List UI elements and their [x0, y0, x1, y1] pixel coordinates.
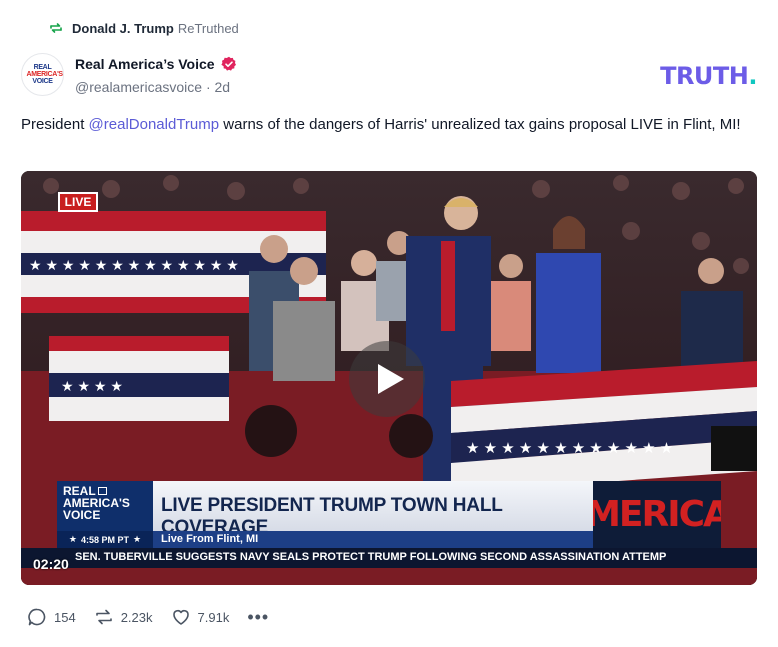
more-options-icon[interactable]: •••	[247, 608, 269, 626]
retruth-icon	[50, 23, 62, 33]
network-logo: REAL AMERICA'S VOICE	[57, 481, 153, 531]
broadcast-time: ★ 4:58 PM PT ★	[57, 531, 153, 548]
star-icon: ★	[68, 534, 77, 544]
post-header: REAL AMERICA'S VOICE Real America’s Voic…	[21, 52, 757, 98]
reply-button[interactable]: 154	[27, 607, 76, 627]
live-badge: LIVE	[58, 192, 98, 212]
heart-icon	[172, 609, 189, 625]
retruth-verb: ReTruthed	[177, 20, 239, 36]
news-subheadline: Live From Flint, MI	[153, 531, 593, 548]
star-icon: ★	[133, 534, 142, 544]
news-lower-third: REAL AMERICA'S VOICE ★ 4:58 PM PT ★ LIVE P…	[57, 481, 721, 549]
post-text-prefix: President	[21, 116, 89, 133]
handle-line: @realamericasvoice · 2d	[75, 79, 230, 95]
action-bar: 154 2.23k 7.91k •••	[27, 605, 269, 629]
verified-badge-icon	[220, 56, 236, 71]
truth-logo[interactable]: TRUTH.	[660, 62, 757, 90]
retruth-button[interactable]: 2.23k	[94, 607, 153, 627]
news-headline: LIVE PRESIDENT TRUMP TOWN HALL COVERAGE	[153, 481, 593, 538]
handle[interactable]: @realamericasvoice	[75, 79, 202, 95]
broadcast-time-text: 4:58 PM PT	[80, 534, 129, 545]
video-player[interactable]: ★ ★ ★ ★ ★ ★ ★ ★ ★ ★ ★ ★ ★ ★ ★ ★ ★ ★ ★ ★ …	[21, 171, 757, 585]
retruth-icon	[95, 609, 112, 625]
avatar[interactable]: REAL AMERICA'S VOICE	[21, 53, 64, 96]
avatar-text-1: REAL	[33, 64, 52, 71]
reply-icon	[28, 608, 46, 626]
video-duration: 02:20	[33, 556, 69, 572]
svg-text:★ ★ ★ ★: ★ ★ ★ ★	[61, 378, 123, 394]
retruth-banner: Donald J. Trump ReTruthed	[48, 18, 239, 38]
reply-count: 154	[54, 609, 76, 625]
network-logo-text-3: VOICE	[63, 508, 101, 522]
separator-dot: ·	[205, 79, 215, 95]
truth-logo-dot: .	[748, 62, 757, 90]
display-name-text[interactable]: Real America’s Voice	[75, 56, 215, 72]
post-text-suffix: warns of the dangers of Harris' unrealiz…	[219, 116, 741, 133]
flag-box-icon	[97, 487, 107, 495]
play-icon	[378, 364, 404, 394]
post-age[interactable]: 2d	[215, 79, 231, 95]
retruth-count: 2.23k	[120, 609, 153, 625]
play-button[interactable]	[349, 341, 425, 417]
avatar-text-2: AMERICA'S	[26, 71, 64, 78]
news-ticker: SEN. TUBERVILLE SUGGESTS NAVY SEALS PROT…	[21, 548, 757, 568]
display-name[interactable]: Real America’s Voice	[75, 56, 237, 72]
svg-text:★ ★ ★ ★ ★ ★ ★ ★ ★ ★ ★ ★ ★: ★ ★ ★ ★ ★ ★ ★ ★ ★ ★ ★ ★ ★	[29, 257, 239, 273]
svg-text:★ ★ ★ ★ ★ ★ ★ ★ ★ ★ ★ ★: ★ ★ ★ ★ ★ ★ ★ ★ ★ ★ ★ ★	[466, 440, 673, 457]
truth-logo-text: TRUTH	[660, 62, 749, 90]
merica-bug: MERICA	[593, 481, 721, 548]
retruth-user[interactable]: Donald J. Trump	[72, 21, 174, 36]
like-button[interactable]: 7.91k	[171, 607, 230, 627]
post-text: President @realDonaldTrump warns of the …	[21, 115, 757, 135]
avatar-text-3: VOICE	[32, 78, 53, 85]
mention-link[interactable]: @realDonaldTrump	[89, 116, 220, 133]
like-count: 7.91k	[197, 609, 230, 625]
